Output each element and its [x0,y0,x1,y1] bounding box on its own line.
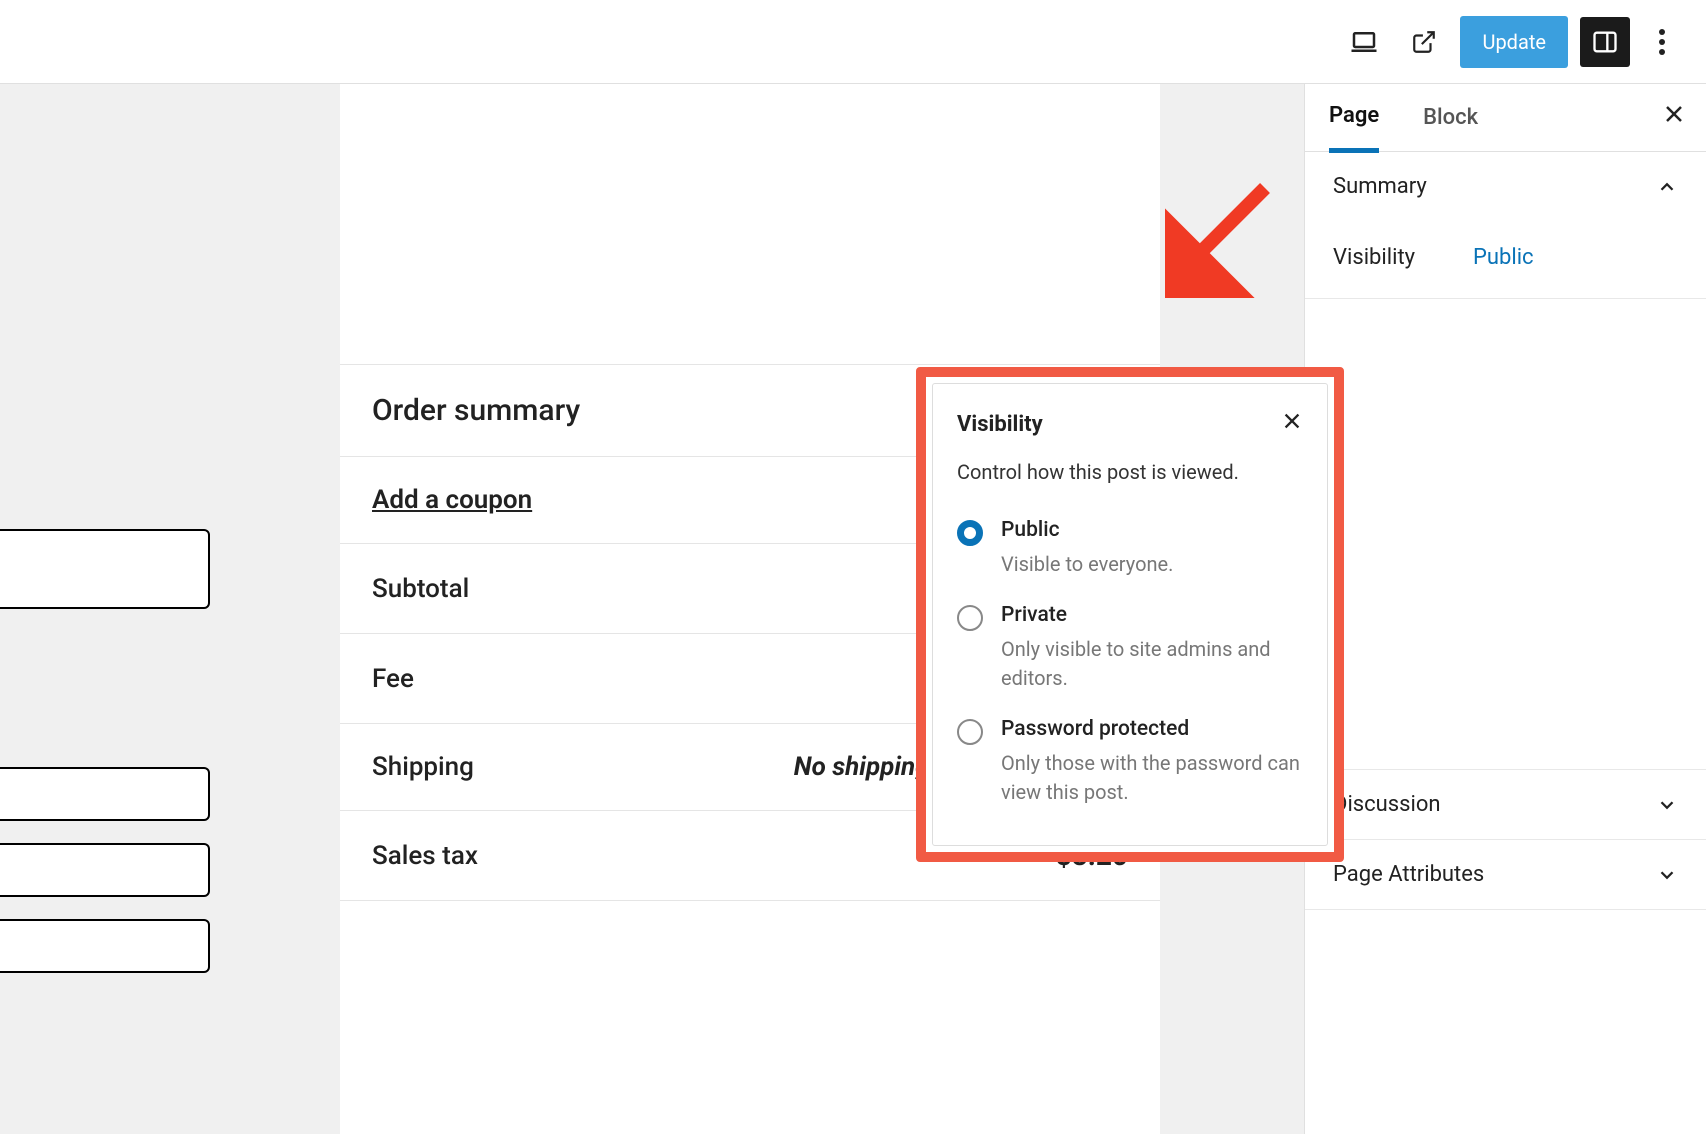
page-attributes-panel: Page Attributes [1305,840,1706,910]
popover-subtitle: Control how this post is viewed. [957,460,1303,484]
top-toolbar: Update [0,0,1706,84]
visibility-row: Visibility Public [1333,239,1678,276]
visibility-popover-highlight: Visibility Control how this post is view… [916,367,1344,862]
radio-icon[interactable] [957,719,983,745]
form-input[interactable] [0,919,210,973]
update-button[interactable]: Update [1460,16,1568,68]
laptop-icon [1349,27,1379,57]
discussion-panel: Discussion [1305,769,1706,840]
radio-icon[interactable] [957,520,983,546]
radio-icon[interactable] [957,605,983,631]
tab-block[interactable]: Block [1423,85,1478,150]
summary-panel: Summary Visibility Public [1305,152,1706,299]
panel-title: Discussion [1333,792,1441,817]
close-icon [1662,102,1686,126]
chevron-down-icon [1656,864,1678,886]
view-device-button[interactable] [1340,18,1388,66]
more-options-button[interactable] [1642,17,1682,67]
visibility-option-private[interactable]: Private Only visible to site admins and … [957,591,1303,705]
close-sidebar-button[interactable] [1662,102,1686,130]
form-input[interactable] [0,767,210,821]
visibility-option-password[interactable]: Password protected Only those with the p… [957,705,1303,819]
option-desc: Visible to everyone. [1001,550,1173,579]
visibility-popover: Visibility Control how this post is view… [932,383,1328,846]
open-external-button[interactable] [1400,18,1448,66]
page-attributes-panel-header[interactable]: Page Attributes [1333,862,1678,887]
option-label: Password protected [1001,717,1303,741]
visibility-label: Visibility [1333,245,1473,270]
row-label: Subtotal [372,574,469,604]
visibility-option-public[interactable]: Public Visible to everyone. [957,506,1303,591]
order-summary-title: Order summary [372,393,580,428]
sidebar-toggle-button[interactable] [1580,17,1630,67]
sidebar-tabs: Page Block [1305,84,1706,152]
chevron-up-icon [1656,176,1678,198]
form-input[interactable] [0,529,210,609]
row-label: Sales tax [372,841,478,871]
panel-title: Summary [1333,174,1427,199]
popover-title: Visibility [957,412,1043,437]
discussion-panel-header[interactable]: Discussion [1333,792,1678,817]
option-label: Public [1001,518,1173,542]
option-desc: Only visible to site admins and editors. [1001,635,1303,693]
external-link-icon [1411,29,1437,55]
option-label: Private [1001,603,1303,627]
settings-sidebar: Page Block Summary Visibility Public Dis [1304,84,1706,1134]
cropped-form-inputs [0,529,210,973]
form-input[interactable] [0,843,210,897]
close-icon [1281,410,1303,432]
panel-icon [1591,28,1619,56]
kebab-icon [1659,29,1665,55]
close-popover-button[interactable] [1281,410,1303,438]
add-coupon-link[interactable]: Add a coupon [372,485,532,515]
tab-page[interactable]: Page [1329,83,1379,153]
visibility-value-link[interactable]: Public [1473,245,1534,270]
chevron-down-icon [1656,794,1678,816]
option-desc: Only those with the password can view th… [1001,749,1303,807]
row-label: Fee [372,664,414,694]
panel-title: Page Attributes [1333,862,1484,887]
summary-panel-header[interactable]: Summary [1333,174,1678,199]
row-label: Shipping [372,752,474,782]
